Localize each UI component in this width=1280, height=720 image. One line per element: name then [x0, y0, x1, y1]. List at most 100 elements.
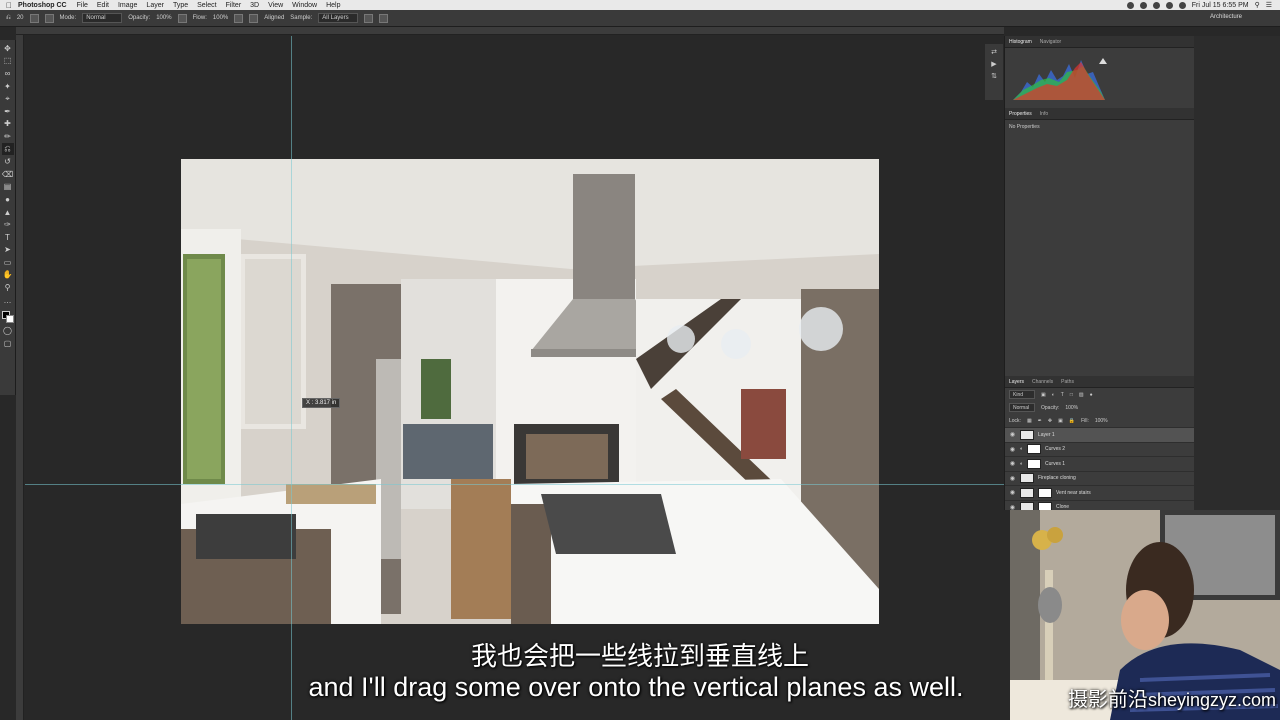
crop-tool-icon[interactable]: ⌖: [2, 92, 14, 105]
flow-value[interactable]: 100%: [213, 15, 228, 21]
app-name[interactable]: Photoshop CC: [18, 2, 67, 9]
clock[interactable]: Fri Jul 15 6:55 PM: [1192, 2, 1249, 9]
tab-info[interactable]: Info: [1040, 111, 1048, 117]
visibility-eye-icon[interactable]: ◉: [1009, 489, 1016, 496]
layer-row[interactable]: ◉ Vent near stairs: [1005, 485, 1194, 500]
status-icon[interactable]: [1126, 1, 1134, 9]
filter-pixel-icon[interactable]: ▣: [1041, 392, 1046, 398]
brush-tool-icon[interactable]: ✏: [2, 130, 14, 143]
menu-layer[interactable]: Layer: [146, 2, 164, 9]
menu-image[interactable]: Image: [118, 2, 137, 9]
apple-icon[interactable]: : [0, 1, 18, 10]
actions-icon[interactable]: ▶: [991, 60, 996, 68]
hand-tool-icon[interactable]: ✋: [2, 269, 14, 282]
lasso-tool-icon[interactable]: ∞: [2, 67, 14, 80]
tab-histogram[interactable]: Histogram: [1009, 39, 1032, 45]
screen-mode-icon[interactable]: ▢: [2, 337, 14, 350]
adjustments-icon[interactable]: ⇅: [991, 72, 997, 80]
healing-brush-tool-icon[interactable]: ✚: [2, 118, 14, 131]
kitchen-photo[interactable]: [181, 159, 879, 624]
lock-artboard-icon[interactable]: ▣: [1058, 418, 1063, 424]
zoom-tool-icon[interactable]: ⚲: [2, 281, 14, 294]
clone-stamp-tool-icon[interactable]: ⎌: [1, 142, 14, 156]
pressure-size-icon[interactable]: [379, 13, 389, 23]
horizontal-guide[interactable]: [25, 484, 1010, 485]
lock-pixels-icon[interactable]: ✒: [1038, 418, 1042, 424]
clone-stamp-tool-icon[interactable]: ⎌: [6, 15, 11, 22]
layer-name[interactable]: Curves 2: [1045, 446, 1065, 452]
tab-layers[interactable]: Layers: [1009, 379, 1024, 385]
visibility-eye-icon[interactable]: ◉: [1009, 460, 1016, 467]
gradient-tool-icon[interactable]: ▤: [2, 181, 14, 194]
visibility-eye-icon[interactable]: ◉: [1009, 475, 1016, 482]
vertical-guide[interactable]: [291, 36, 292, 720]
eraser-tool-icon[interactable]: ⌫: [2, 168, 14, 181]
menu-view[interactable]: View: [268, 2, 283, 9]
filter-adjustment-icon[interactable]: ◐: [1052, 392, 1055, 398]
color-swatches[interactable]: [1, 310, 15, 324]
blend-mode-select[interactable]: Normal: [1009, 403, 1035, 412]
layer-row[interactable]: ◉ Fireplace cloning: [1005, 470, 1194, 486]
dropbox-icon[interactable]: [1139, 1, 1147, 9]
layer-opacity-value[interactable]: 100%: [1065, 405, 1078, 411]
layer-row[interactable]: ◉ Layer 1: [1005, 427, 1194, 442]
dodge-tool-icon[interactable]: ▲: [2, 206, 14, 219]
layer-name[interactable]: Fireplace cloning: [1038, 475, 1076, 481]
layer-row[interactable]: ◉ ◐ Curves 2: [1005, 441, 1194, 457]
layer-name[interactable]: Curves 1: [1045, 461, 1065, 467]
search-icon[interactable]: ⚲: [1255, 1, 1260, 9]
menu-window[interactable]: Window: [292, 2, 317, 9]
layer-row[interactable]: ◉ ◐ Curves 1: [1005, 456, 1194, 471]
layer-name[interactable]: Layer 1: [1038, 432, 1055, 438]
layer-name[interactable]: Vent near stairs: [1056, 490, 1091, 496]
tab-channels[interactable]: Channels: [1032, 379, 1053, 385]
filter-shape-icon[interactable]: □: [1070, 392, 1073, 398]
history-brush-tool-icon[interactable]: ↺: [2, 155, 14, 168]
lock-position-icon[interactable]: ✥: [1048, 418, 1052, 424]
menu-edit[interactable]: Edit: [97, 2, 109, 9]
tab-properties[interactable]: Properties: [1009, 111, 1032, 117]
filter-toggle-icon[interactable]: ●: [1090, 392, 1093, 398]
history-icon[interactable]: ⇄: [991, 48, 997, 56]
fill-value[interactable]: 100%: [1095, 418, 1108, 424]
wifi-icon[interactable]: [1152, 1, 1160, 9]
filter-smart-icon[interactable]: ▧: [1079, 392, 1084, 398]
aligned-checkbox[interactable]: [249, 13, 259, 23]
pressure-opacity-icon[interactable]: [177, 13, 187, 23]
menu-help[interactable]: Help: [326, 2, 340, 9]
blur-tool-icon[interactable]: ●: [2, 193, 14, 206]
clone-source-icon[interactable]: [44, 13, 54, 23]
mode-select[interactable]: Normal: [82, 13, 123, 23]
pen-tool-icon[interactable]: ✑: [2, 218, 14, 231]
menu-file[interactable]: File: [77, 2, 88, 9]
eyedropper-tool-icon[interactable]: ✒: [2, 105, 14, 118]
lock-all-icon[interactable]: 🔒: [1069, 418, 1075, 424]
volume-icon[interactable]: [1165, 1, 1173, 9]
workspace-switcher[interactable]: Architecture: [1210, 14, 1242, 20]
opacity-value[interactable]: 100%: [156, 15, 171, 21]
filter-kind-select[interactable]: Kind: [1009, 390, 1035, 399]
path-select-tool-icon[interactable]: ➤: [2, 244, 14, 257]
marquee-tool-icon[interactable]: ⬚: [2, 55, 14, 68]
lock-transparency-icon[interactable]: ▦: [1027, 418, 1032, 424]
brush-size[interactable]: 20: [17, 15, 24, 21]
quick-mask-icon[interactable]: ◯: [2, 324, 14, 337]
sample-select[interactable]: All Layers: [318, 13, 359, 23]
battery-icon[interactable]: [1178, 1, 1186, 9]
airbrush-icon[interactable]: [234, 13, 244, 23]
background-color[interactable]: [5, 315, 14, 324]
move-tool-icon[interactable]: ✥: [2, 42, 14, 55]
visibility-eye-icon[interactable]: ◉: [1009, 446, 1016, 453]
menu-3d[interactable]: 3D: [250, 2, 259, 9]
quick-select-tool-icon[interactable]: ✦: [2, 80, 14, 93]
menu-list-icon[interactable]: ☰: [1266, 1, 1272, 9]
shape-tool-icon[interactable]: ▭: [2, 256, 14, 269]
filter-type-icon[interactable]: T: [1061, 392, 1064, 398]
menu-type[interactable]: Type: [173, 2, 188, 9]
visibility-eye-icon[interactable]: ◉: [1009, 431, 1016, 438]
menu-filter[interactable]: Filter: [226, 2, 242, 9]
horizontal-ruler[interactable]: [16, 27, 1004, 35]
tab-navigator[interactable]: Navigator: [1040, 39, 1061, 45]
vertical-ruler[interactable]: [16, 35, 24, 720]
tab-paths[interactable]: Paths: [1061, 379, 1074, 385]
